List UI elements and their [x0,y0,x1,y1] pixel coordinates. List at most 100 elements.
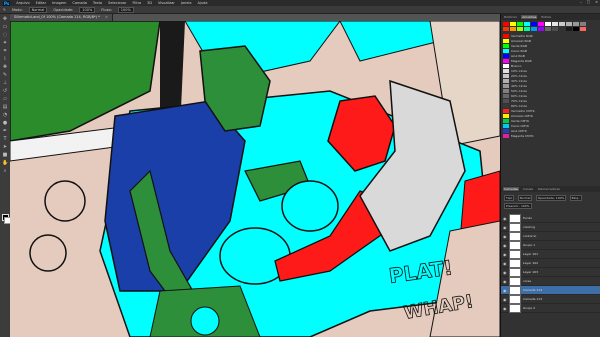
tab-styles[interactable]: Estilos [540,15,552,19]
shape-tool-icon[interactable]: ■ [2,152,8,158]
visibility-eye-icon[interactable]: ◉ [503,243,507,248]
color-swatch[interactable] [573,27,579,31]
move-tool-icon[interactable]: ✥ [2,16,8,22]
menu-item-image[interactable]: Imagem [52,1,66,5]
flow-input[interactable]: 100% [117,6,134,13]
visibility-eye-icon[interactable]: ◉ [503,234,507,239]
visibility-eye-icon[interactable]: ◉ [503,279,507,284]
color-swatch[interactable] [545,22,551,26]
layer-name: Grupo 2 [523,306,536,310]
blur-tool-icon[interactable]: ◔ [2,112,8,118]
marquee-tool-icon[interactable]: ▭ [2,24,8,30]
pen-tool-icon[interactable]: ✒ [2,128,8,134]
history-brush-tool-icon[interactable]: ↺ [2,88,8,94]
close-icon[interactable]: × [595,0,598,4]
menu-item-type[interactable]: Texto [93,1,102,5]
menu-item-select[interactable]: Selecionar [108,1,126,5]
swatch-name: 10% Cinza [511,68,527,73]
visibility-eye-icon[interactable]: ◉ [503,216,507,221]
menu-item-layer[interactable]: Camada [72,1,87,5]
menu-item-file[interactable]: Arquivo [16,1,29,5]
color-swatch[interactable] [552,22,558,26]
eyedropper-tool-icon[interactable]: ⌇ [2,56,8,62]
color-swatch[interactable] [573,22,579,26]
color-swatch[interactable] [517,22,523,26]
layer-thumbnail [509,285,521,295]
color-swatch[interactable] [503,22,509,26]
crop-tool-icon[interactable]: ⌗ [2,48,8,54]
swatch-chip [503,93,509,98]
document-tab[interactable]: SillematicLand_0f 100% (Camada 114, RGB/… [10,14,113,21]
color-swatch[interactable] [580,27,586,31]
path-select-tool-icon[interactable]: ➤ [2,144,8,150]
visibility-eye-icon[interactable]: ◉ [503,270,507,275]
healing-tool-icon[interactable]: ✚ [2,64,8,70]
color-swatch[interactable] [510,27,516,31]
lasso-tool-icon[interactable]: ◌ [2,32,8,38]
color-swatch[interactable] [580,22,586,26]
tab-history[interactable]: Histórico [503,15,518,19]
layer-thumbnail [509,240,521,250]
artwork: PLAT! WHAP! [10,21,500,337]
close-icon[interactable]: × [105,15,108,19]
layer-name: Camada 113 [523,297,543,301]
color-swatch[interactable] [531,22,537,26]
minimize-icon[interactable]: – [580,0,582,4]
swatch-chip [503,73,509,78]
brush-tool-icon[interactable]: ✎ [2,72,8,78]
visibility-eye-icon[interactable]: ◉ [503,261,507,266]
color-swatch[interactable] [566,27,572,31]
menu-item-window[interactable]: Janela [181,1,192,5]
visibility-eye-icon[interactable]: ◉ [503,306,507,311]
color-swatch[interactable] [538,27,544,31]
color-swatch[interactable] [503,27,509,31]
tab-paths[interactable]: Demarcadores [537,187,561,191]
visibility-eye-icon[interactable]: ◉ [503,252,507,257]
stamp-tool-icon[interactable]: ⊥ [2,80,8,86]
gradient-tool-icon[interactable]: ▤ [2,104,8,110]
color-swatch[interactable] [538,22,544,26]
menu-item-help[interactable]: Ajuda [198,1,208,5]
maximize-icon[interactable]: □ [587,0,590,4]
color-swatch[interactable] [552,27,558,31]
color-swatch[interactable] [545,27,551,31]
fill-input[interactable]: Preench.: 100% [504,203,532,209]
brush-tool-icon[interactable]: ✎ [3,8,6,12]
color-swatch[interactable] [517,27,523,31]
mode-select[interactable]: Normal [28,6,48,13]
color-swatch[interactable] [566,22,572,26]
color-swatch[interactable] [524,27,530,31]
zoom-tool-icon[interactable]: ⌕ [2,168,8,174]
magic-wand-tool-icon[interactable]: ✦ [2,40,8,46]
color-swatch[interactable] [524,22,530,26]
menu-item-filter[interactable]: Filtro [133,1,142,5]
dodge-tool-icon[interactable]: ● [2,120,8,126]
menu-item-view[interactable]: Visualizar [158,1,175,5]
layer-opacity-input[interactable]: Opacidade: 100% [535,195,567,201]
eraser-tool-icon[interactable]: ▱ [2,96,8,102]
swatch-chip [503,88,509,93]
layer-row[interactable]: ◉ Grupo 2 [501,303,600,313]
color-swatch[interactable] [510,22,516,26]
swatch-list-item[interactable]: Magenta CMYK [503,133,599,138]
opacity-input[interactable]: 100% [79,6,96,13]
tab-layers[interactable]: Camadas [503,187,519,191]
blend-mode-select[interactable]: Normal [517,195,533,201]
menu-item-edit[interactable]: Editar [36,1,46,5]
menu-item-3d[interactable]: 3D [147,1,152,5]
type-tool-icon[interactable]: T [2,136,8,142]
layer-thumbnail [509,294,521,304]
tab-swatches[interactable]: Amostras [521,15,538,19]
layer-name: Camada 114 [523,288,543,292]
visibility-eye-icon[interactable]: ◉ [503,225,507,230]
app-logo: Ps [3,0,11,6]
layer-filter-select[interactable]: Tipo [504,195,515,201]
visibility-eye-icon[interactable]: ◉ [503,288,507,293]
visibility-eye-icon[interactable]: ◉ [503,297,507,302]
color-swatch[interactable] [559,22,565,26]
tab-channels[interactable]: Canais [522,187,534,191]
color-swatch[interactable] [559,27,565,31]
document-canvas[interactable]: PLAT! WHAP! [10,21,500,337]
color-swatch[interactable] [531,27,537,31]
hand-tool-icon[interactable]: ✋ [2,160,8,166]
